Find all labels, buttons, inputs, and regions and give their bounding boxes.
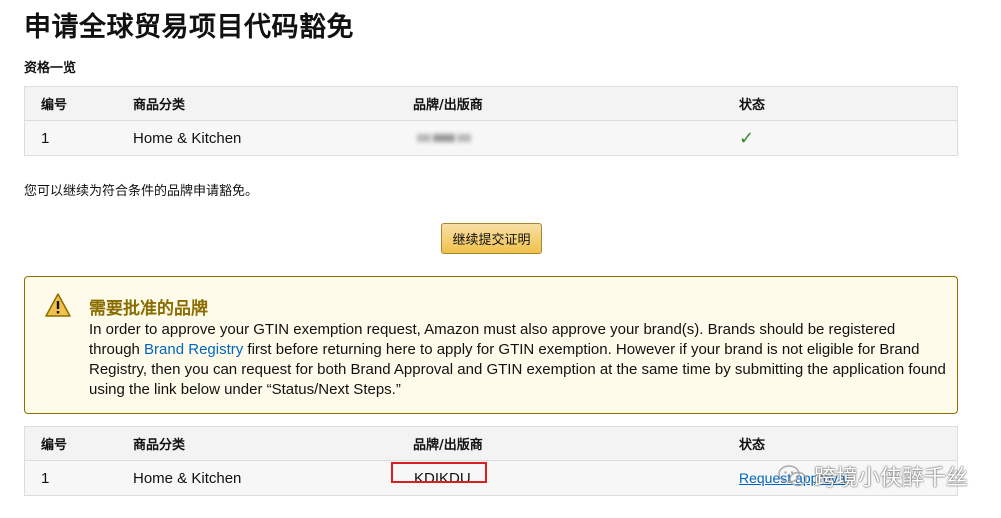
table-header: 编号 商品分类 品牌/出版商 状态 <box>25 87 957 121</box>
blurred-brand-image <box>413 130 473 146</box>
row-number: 1 <box>41 129 50 147</box>
wechat-icon <box>778 465 807 487</box>
watermark: 跨境小侠醉千丝 <box>778 460 968 492</box>
watermark-text: 跨境小侠醉千丝 <box>813 466 968 491</box>
brand-name-highlighted: KDIKDU <box>391 461 494 487</box>
header-brand: 品牌/出版商 <box>413 98 483 113</box>
check-icon: ✓ <box>739 127 755 148</box>
highlight-box <box>391 461 487 483</box>
warning-icon <box>45 293 71 317</box>
eligibility-note: 您可以继续为符合条件的品牌申请豁免。 <box>24 184 259 199</box>
header-number: 编号 <box>41 438 68 453</box>
header-status: 状态 <box>739 438 766 453</box>
row-category: Home & Kitchen <box>133 129 242 147</box>
row-brand: KDIKDU <box>391 461 494 495</box>
table-header: 编号 商品分类 品牌/出版商 状态 <box>25 427 957 461</box>
header-status: 状态 <box>739 98 766 113</box>
header-number: 编号 <box>41 98 68 113</box>
row-status: ✓ <box>739 121 754 155</box>
alert-body: In order to approve your GTIN exemption … <box>89 320 949 400</box>
row-number: 1 <box>41 469 50 487</box>
header-brand: 品牌/出版商 <box>413 438 483 453</box>
continue-submit-button[interactable]: 继续提交证明 <box>441 223 542 254</box>
section-label: 资格一览 <box>24 61 77 76</box>
alert-title: 需要批准的品牌 <box>89 299 208 319</box>
eligibility-table: 编号 商品分类 品牌/出版商 状态 1 Home & Kitchen ✓ <box>24 86 958 156</box>
header-category: 商品分类 <box>133 98 186 113</box>
brand-approval-alert: 需要批准的品牌 In order to approve your GTIN ex… <box>24 276 958 414</box>
row-brand-blurred <box>413 121 473 155</box>
row-category: Home & Kitchen <box>133 469 242 487</box>
header-category: 商品分类 <box>133 438 186 453</box>
brand-registry-link[interactable]: Brand Registry <box>144 341 243 358</box>
table-row: 1 Home & Kitchen ✓ <box>25 121 957 155</box>
page-title: 申请全球贸易项目代码豁免 <box>24 12 354 43</box>
